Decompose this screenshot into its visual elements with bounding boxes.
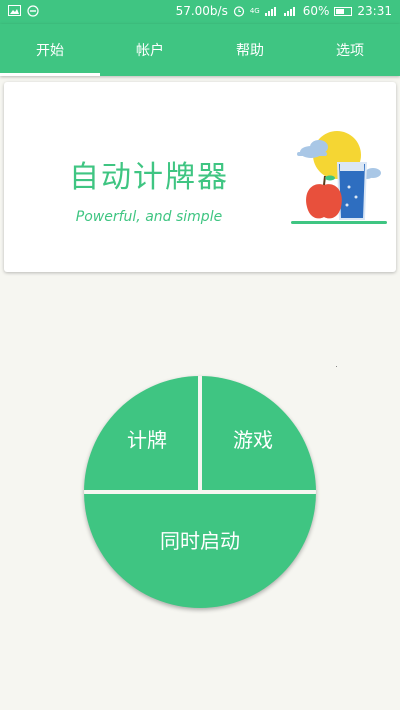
card-counter-button[interactable]: 计牌 (84, 376, 198, 490)
signal-icon (264, 7, 276, 16)
tab-options[interactable]: 选项 (300, 24, 400, 76)
table-line (291, 221, 387, 224)
start-both-button[interactable]: 同时启动 (84, 494, 316, 608)
fruit-drink-illustration (291, 131, 387, 224)
status-bar: 57.00b/s 4G 60% 23:31 (0, 0, 400, 24)
app-tagline: Powerful, and simple (75, 209, 223, 225)
tab-start[interactable]: 开始 (0, 24, 100, 76)
wheel-divider-vertical (198, 376, 202, 490)
app-title: 自动计牌器 (69, 160, 229, 195)
tab-help[interactable]: 帮助 (200, 24, 300, 76)
network-speed: 57.00b/s (175, 4, 228, 18)
clock: 23:31 (357, 4, 392, 18)
speck (336, 366, 337, 367)
status-right-icons: 57.00b/s 4G 60% 23:31 (176, 4, 392, 18)
banner-card: 自动计牌器 Powerful, and simple (4, 82, 396, 272)
tab-account[interactable]: 帐户 (100, 24, 200, 76)
drink-glass-shape (336, 162, 368, 220)
network-type-label: 4G (249, 6, 260, 15)
cloud-shape (297, 140, 328, 158)
app-notification-icon (27, 5, 39, 17)
battery-icon (334, 6, 353, 16)
battery-fill (336, 8, 345, 14)
signal-icon-2 (283, 7, 295, 16)
gallery-notification-icon (8, 5, 21, 16)
alarm-icon (233, 6, 244, 17)
wheel-divider-horizontal (84, 490, 316, 494)
apple-shape (306, 184, 342, 219)
tab-bar: 开始 帐户 帮助 选项 (0, 24, 400, 76)
action-wheel: 计牌 游戏 同时启动 (84, 376, 316, 608)
battery-percent: 60% (302, 4, 330, 18)
game-button[interactable]: 游戏 (202, 376, 316, 490)
status-left-icons (8, 5, 39, 17)
